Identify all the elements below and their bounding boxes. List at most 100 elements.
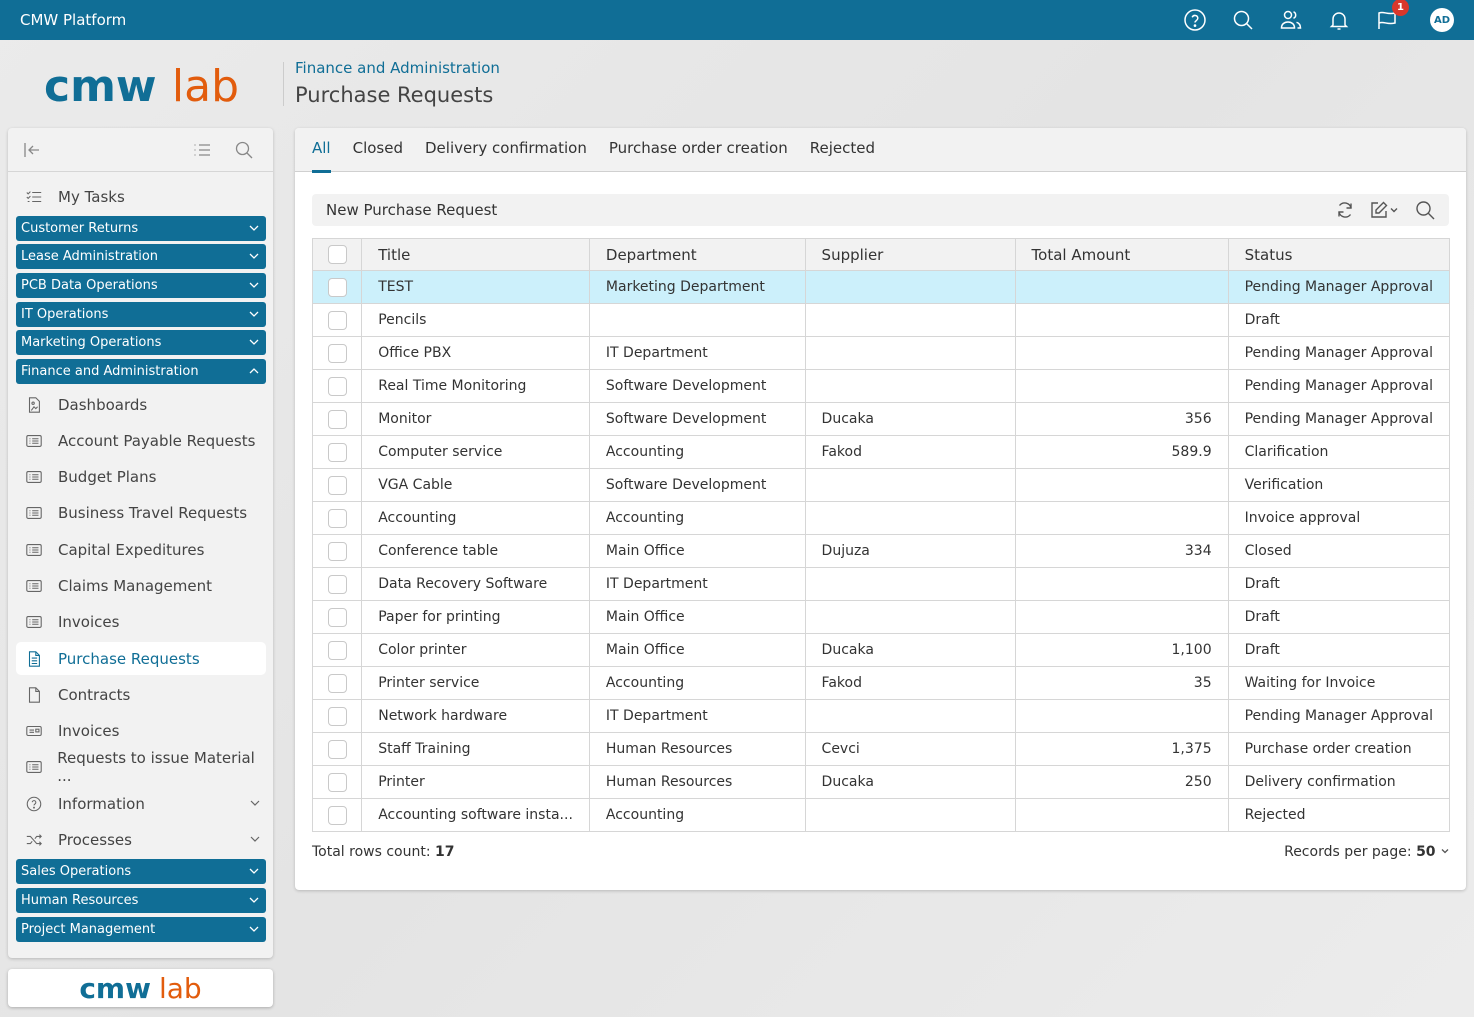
sidebar-item-dashboards[interactable]: Dashboards (16, 388, 266, 421)
table-row[interactable]: Computer service Accounting Fakod 589.9 Clar… (311, 435, 1451, 469)
chevron-down-icon (248, 308, 260, 320)
list-view-icon[interactable] (192, 140, 214, 162)
column-header-department[interactable]: Department (588, 238, 806, 271)
table-row[interactable]: Accounting Accounting Invoice approval (311, 501, 1451, 535)
sidebar-item-purchase-requests[interactable]: Purchase Requests (16, 642, 266, 675)
row-checkbox[interactable] (327, 805, 347, 825)
sidebar-group-customer-returns[interactable]: Customer Returns (16, 216, 266, 241)
sidebar-group-label: IT Operations (21, 307, 109, 322)
table-row[interactable]: TEST Marketing Department Pending Manager … (311, 270, 1451, 304)
column-header-supplier[interactable]: Supplier (804, 238, 1016, 271)
help-icon[interactable] (1182, 7, 1208, 33)
table-row[interactable]: Real Time Monitoring Software Development… (311, 369, 1451, 403)
new-purchase-request-button[interactable]: New Purchase Request (326, 201, 1335, 219)
tab-purchase-order-creation[interactable]: Purchase order creation (609, 128, 788, 172)
column-header-status[interactable]: Status (1227, 238, 1451, 271)
chevron-down-icon (248, 894, 260, 906)
sidebar-group-lease-administration[interactable]: Lease Administration (16, 244, 266, 269)
records-per-page-select[interactable]: Records per page: 50 (1284, 844, 1450, 860)
chevron-down-icon (1440, 844, 1450, 860)
sidebar-item-invoices-2[interactable]: Invoices (16, 714, 266, 747)
sidebar-group-sales-operations[interactable]: Sales Operations (16, 859, 266, 884)
footer-logo[interactable]: cmw lab (8, 969, 273, 1007)
row-checkbox[interactable] (327, 607, 347, 627)
row-checkbox[interactable] (327, 409, 347, 429)
bell-icon[interactable] (1326, 7, 1352, 33)
chat-flag-icon[interactable]: 1 (1374, 0, 1409, 33)
sidebar-group-project-management[interactable]: Project Management (16, 917, 266, 942)
cell-total-amount: 35 (1014, 666, 1229, 700)
cell-title: Real Time Monitoring (361, 369, 590, 403)
row-checkbox[interactable] (327, 640, 347, 660)
cell-department: Accounting (588, 798, 806, 832)
table-row[interactable]: VGA Cable Software Development Verificatio… (311, 468, 1451, 502)
table-row[interactable]: Accounting software insta... Accounting Re… (311, 798, 1451, 832)
table-row[interactable]: Office PBX IT Department Pending Manager A… (311, 336, 1451, 370)
table-row[interactable]: Pencils Draft (311, 303, 1451, 337)
row-checkbox[interactable] (327, 343, 347, 363)
sidebar-item-business-travel-requests[interactable]: Business Travel Requests (16, 496, 266, 529)
sidebar-item-account-payable-requests[interactable]: Account Payable Requests (16, 424, 266, 457)
avatar[interactable]: AD (1430, 8, 1454, 32)
users-icon[interactable] (1278, 7, 1304, 33)
sidebar-item-budget-plans[interactable]: Budget Plans (16, 460, 266, 493)
cell-status: Purchase order creation (1227, 732, 1451, 766)
shuffle-icon (24, 830, 44, 850)
table-row[interactable]: Network hardware IT Department Pending Man… (311, 699, 1451, 733)
row-checkbox[interactable] (327, 508, 347, 528)
sidebar-group-human-resources[interactable]: Human Resources (16, 888, 266, 913)
sidebar-search-icon[interactable] (234, 140, 256, 162)
table-row[interactable]: Paper for printing Main Office Draft (311, 600, 1451, 634)
sidebar-group-finance-and-administration[interactable]: Finance and Administration (16, 359, 266, 384)
row-checkbox[interactable] (327, 442, 347, 462)
collapse-sidebar-icon[interactable] (22, 140, 44, 162)
column-header-total-amount[interactable]: Total Amount (1014, 238, 1229, 271)
edit-menu-icon[interactable] (1369, 199, 1403, 221)
table-row[interactable]: Monitor Software Development Ducaka 356 Pend… (311, 402, 1451, 436)
table-row[interactable]: Printer service Accounting Fakod 35 Waiting … (311, 666, 1451, 700)
table-row[interactable]: Conference table Main Office Dujuza 334 Clos… (311, 534, 1451, 568)
breadcrumb[interactable]: Finance and Administration (295, 59, 500, 77)
tab-delivery-confirmation[interactable]: Delivery confirmation (425, 128, 587, 172)
sidebar-group-marketing-operations[interactable]: Marketing Operations (16, 330, 266, 355)
row-checkbox[interactable] (327, 772, 347, 792)
sidebar-item-contracts[interactable]: Contracts (16, 678, 266, 711)
row-checkbox[interactable] (327, 310, 347, 330)
sidebar-group-it-operations[interactable]: IT Operations (16, 302, 266, 327)
refresh-icon[interactable] (1335, 199, 1357, 221)
total-rows-label: Total rows count: (312, 844, 436, 860)
select-all-checkbox[interactable] (327, 245, 347, 264)
table-row[interactable]: Color printer Main Office Ducaka 1,100 Draft (311, 633, 1451, 667)
chevron-down-icon (248, 279, 260, 291)
row-checkbox[interactable] (327, 376, 347, 396)
row-checkbox[interactable] (327, 541, 347, 561)
row-checkbox[interactable] (327, 706, 347, 726)
row-checkbox[interactable] (327, 739, 347, 759)
row-checkbox[interactable] (327, 574, 347, 594)
row-checkbox[interactable] (327, 475, 347, 495)
sidebar-item-requests-to-issue-material[interactable]: Requests to issue Material ... (16, 749, 266, 785)
total-rows-count: Total rows count: 17 (312, 844, 455, 860)
sidebar-item-claims-management[interactable]: Claims Management (16, 569, 266, 602)
logo[interactable]: cmw lab (44, 62, 239, 112)
tab-all[interactable]: All (312, 128, 331, 173)
sidebar-item-capital-expeditures[interactable]: Capital Expeditures (16, 533, 266, 566)
sidebar-group-pcb-data-operations[interactable]: PCB Data Operations (16, 273, 266, 298)
sidebar-item-my-tasks[interactable]: My Tasks (16, 180, 266, 213)
row-checkbox[interactable] (327, 673, 347, 693)
column-header-title[interactable]: Title (361, 238, 590, 271)
tab-rejected[interactable]: Rejected (810, 128, 875, 172)
table-row[interactable]: Printer Human Resources Ducaka 250 Delivery … (311, 765, 1451, 799)
table-row[interactable]: Data Recovery Software IT Department Draft (311, 567, 1451, 601)
sidebar: My Tasks Customer Returns Lease Administ… (8, 128, 273, 958)
sidebar-item-invoices[interactable]: Invoices (16, 605, 266, 638)
sidebar-item-information[interactable]: Information (16, 787, 266, 820)
row-select-cell (311, 468, 363, 502)
row-checkbox[interactable] (327, 277, 347, 297)
search-icon[interactable] (1230, 7, 1256, 33)
table-row[interactable]: Staff Training Human Resources Cevci 1,375 P… (311, 732, 1451, 766)
sidebar-item-processes[interactable]: Processes (16, 823, 266, 856)
row-select-cell (311, 270, 363, 304)
grid-search-icon[interactable] (1415, 199, 1437, 221)
tab-closed[interactable]: Closed (353, 128, 403, 172)
